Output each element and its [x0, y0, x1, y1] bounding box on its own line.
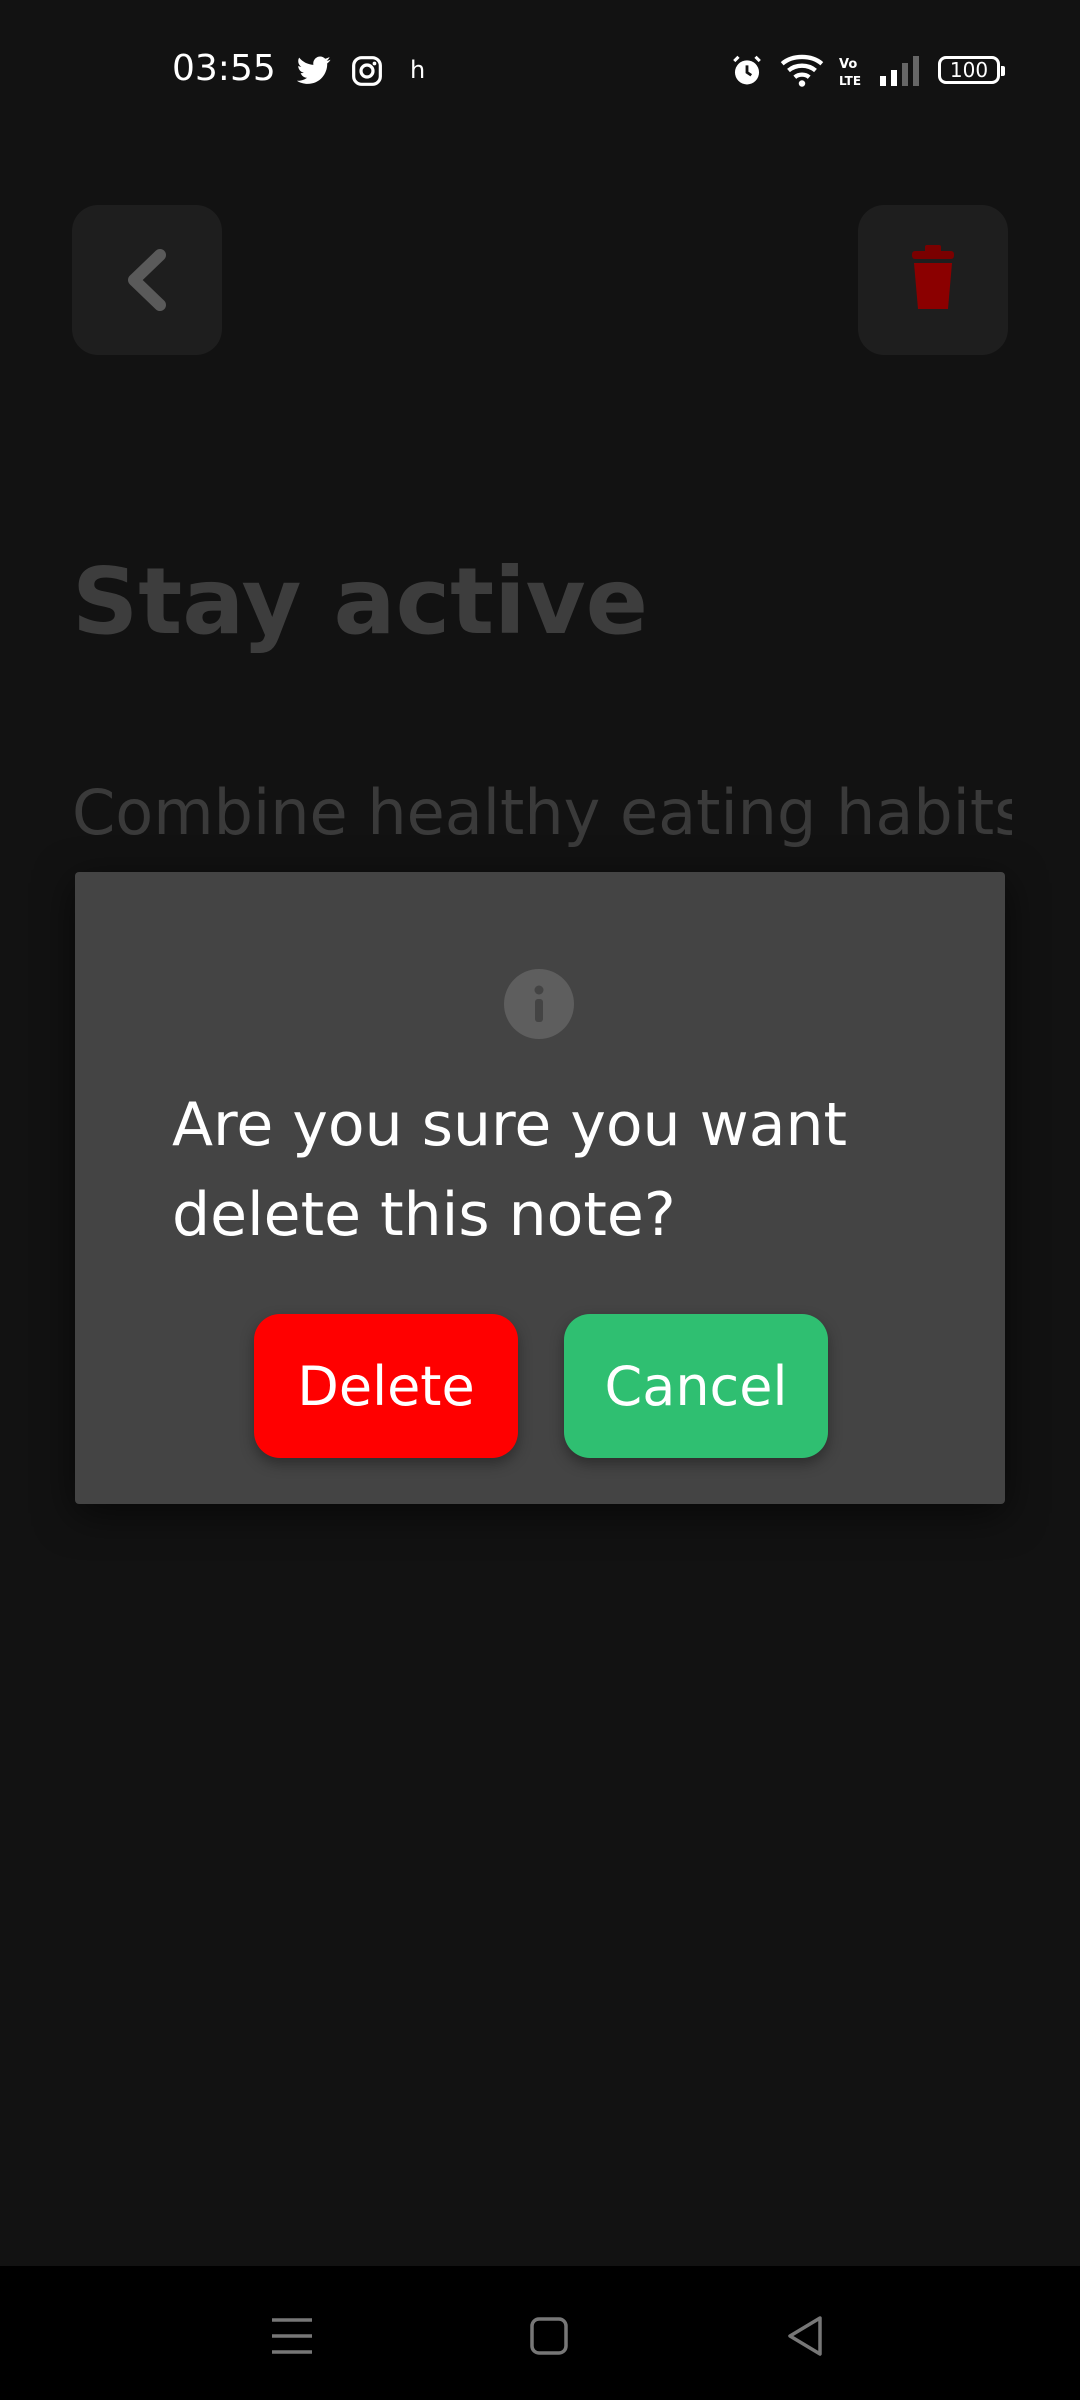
chevron-left-icon [128, 249, 166, 311]
confirm-delete-dialog: Are you sure you want delete this note? … [75, 872, 1005, 1504]
back-icon[interactable] [776, 2306, 836, 2366]
signal-icon [880, 56, 919, 86]
home-icon[interactable] [519, 2306, 579, 2366]
wifi-icon [780, 54, 824, 87]
notification-letter: h [410, 56, 426, 84]
delete-note-button[interactable] [858, 205, 1008, 355]
dialog-message: Are you sure you want delete this note? [172, 1090, 848, 1250]
svg-text:LTE: LTE [839, 74, 861, 88]
alarm-icon [733, 55, 761, 85]
back-button[interactable] [72, 205, 222, 355]
cancel-button[interactable]: Cancel [564, 1314, 828, 1458]
battery-icon: 100 [938, 56, 1005, 84]
twitter-icon [296, 56, 331, 84]
navigation-bar [0, 2266, 1080, 2400]
instagram-icon [352, 56, 382, 86]
status-time: 03:55 [172, 48, 276, 89]
status-bar: 03:55 h Vo LTE 100 [0, 0, 1080, 140]
volte-icon: Vo LTE [839, 57, 861, 88]
menu-icon[interactable] [262, 2306, 322, 2366]
note-title[interactable]: Stay active [72, 548, 648, 655]
info-icon [504, 969, 574, 1039]
delete-button[interactable]: Delete [254, 1314, 518, 1458]
trash-icon [912, 245, 954, 309]
svg-text:Vo: Vo [839, 57, 857, 72]
